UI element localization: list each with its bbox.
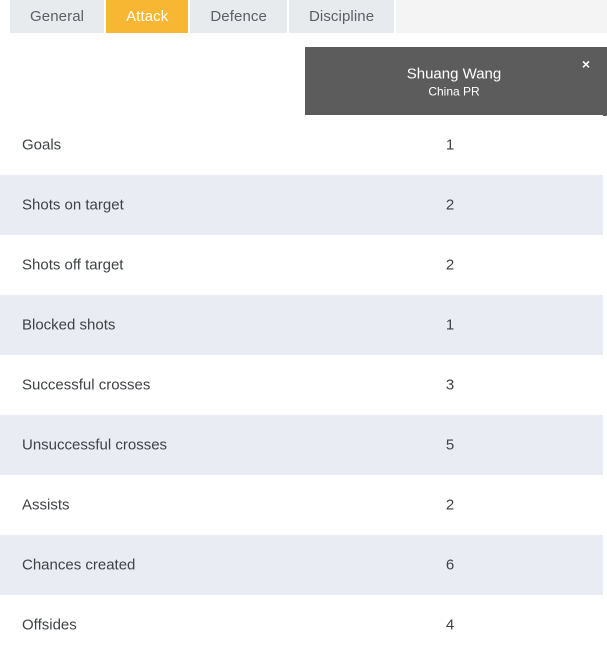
tab-label: Defence xyxy=(210,8,267,25)
stat-label: Goals xyxy=(22,136,62,154)
stat-value: 2 xyxy=(445,256,455,274)
player-team: China PR xyxy=(428,84,480,98)
tab-discipline[interactable]: Discipline xyxy=(288,0,397,33)
player-name: Shuang Wang xyxy=(406,65,502,82)
stat-label: Blocked shots xyxy=(22,316,116,334)
tab-general[interactable]: General xyxy=(10,0,107,33)
table-row: Chances created 6 xyxy=(0,535,603,595)
stat-label: Shots on target xyxy=(22,196,124,214)
stats-tabstrip: General Attack Defence Discipline xyxy=(10,0,607,33)
table-row: Goals 1 xyxy=(0,115,603,175)
table-row: Unsuccessful crosses 5 xyxy=(0,415,603,475)
stat-label: Unsuccessful crosses xyxy=(22,436,168,454)
stats-table: Goals 1 Shots on target 2 Shots off target 2 B… xyxy=(0,115,603,655)
table-row: Offsides 4 xyxy=(0,595,603,655)
stat-value: 1 xyxy=(445,136,455,154)
stat-value: 2 xyxy=(445,496,455,514)
stat-value: 6 xyxy=(445,556,455,574)
player-identity: Shuang Wang China PR xyxy=(305,64,607,99)
table-row: Successful crosses 3 xyxy=(0,355,603,415)
stat-value: 3 xyxy=(445,376,455,394)
stat-value: 4 xyxy=(445,616,455,634)
tab-label: Attack xyxy=(126,8,169,25)
tab-attack[interactable]: Attack xyxy=(106,0,191,33)
stat-label: Chances created xyxy=(22,556,136,574)
tab-label: General xyxy=(30,8,85,25)
stat-label: Shots off target xyxy=(22,256,124,274)
stat-label: Assists xyxy=(22,496,70,514)
table-row: Shots on target 2 xyxy=(0,175,603,235)
stat-value: 1 xyxy=(445,316,455,334)
stat-label: Offsides xyxy=(22,616,77,634)
stat-label: Successful crosses xyxy=(22,376,151,394)
player-header-card: Shuang Wang China PR × xyxy=(305,47,607,116)
stat-value: 5 xyxy=(445,436,455,454)
table-row: Assists 2 xyxy=(0,475,603,535)
table-row: Shots off target 2 xyxy=(0,235,603,295)
table-row: Blocked shots 1 xyxy=(0,295,603,355)
stat-value: 2 xyxy=(445,196,455,214)
close-icon[interactable]: × xyxy=(578,55,594,73)
tab-label: Discipline xyxy=(308,8,375,25)
tab-list: General Attack Defence Discipline xyxy=(10,0,607,33)
tab-defence[interactable]: Defence xyxy=(190,0,289,33)
